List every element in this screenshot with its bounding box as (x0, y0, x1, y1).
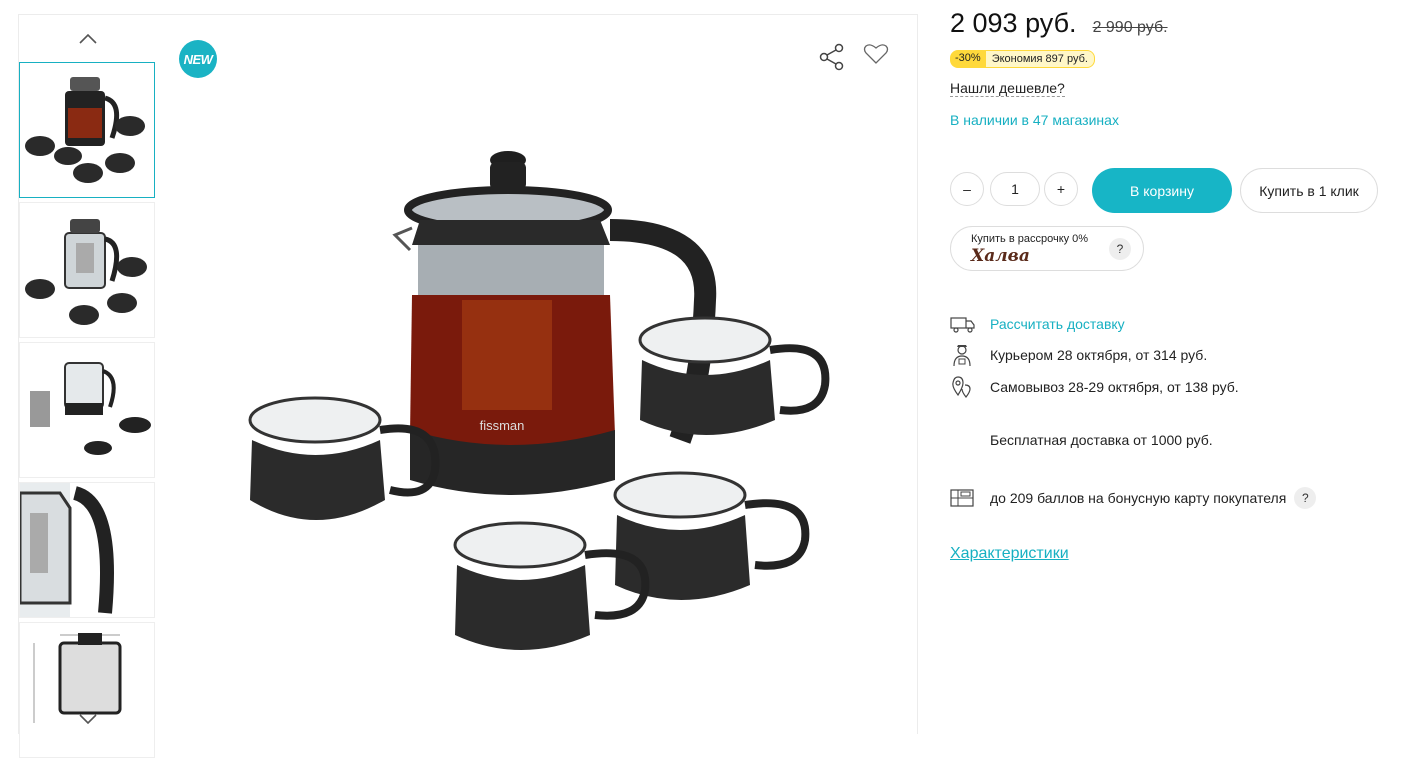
chevron-up-icon (79, 34, 97, 44)
free-delivery-text: Бесплатная доставка от 1000 руб. (990, 432, 1213, 448)
delivery-calc-row: Рассчитать доставку (950, 313, 1125, 335)
thumbnail-2-image (25, 219, 147, 325)
bonus-card-icon (950, 487, 976, 509)
heart-icon (863, 44, 889, 64)
thumbnail-3[interactable] (19, 342, 155, 478)
thumbnails-up-button[interactable] (18, 24, 158, 54)
quantity-increase-button[interactable]: + (1044, 172, 1078, 206)
location-icon (950, 376, 976, 398)
free-delivery-row: Бесплатная доставка от 1000 руб. (990, 432, 1213, 448)
buy-one-click-button[interactable]: Купить в 1 клик (1240, 168, 1378, 213)
cup-back-right (638, 316, 830, 435)
bonus-help-button[interactable]: ? (1294, 487, 1317, 509)
cup-left (248, 396, 440, 520)
quantity-input[interactable] (990, 172, 1040, 206)
installment-help-button[interactable]: ? (1109, 238, 1131, 260)
stock-availability-link[interactable]: В наличии в 47 магазинах (950, 112, 1119, 128)
calculate-delivery-link[interactable]: Рассчитать доставку (990, 316, 1125, 332)
add-to-cart-button[interactable]: В корзину (1092, 168, 1232, 213)
current-price: 2 093 руб. (950, 8, 1077, 38)
pickup-row: Самовывоз 28-29 октября, от 138 руб. (950, 376, 1239, 398)
courier-icon (950, 344, 976, 367)
thumbnail-1[interactable] (19, 62, 155, 198)
thumbnail-4-image (20, 483, 114, 617)
discount-badges: -30% Экономия 897 руб. (950, 50, 1095, 68)
bonus-row: до 209 баллов на бонусную карту покупате… (950, 487, 1317, 509)
courier-delivery-text: Курьером 28 октября, от 314 руб. (990, 347, 1208, 363)
thumbnail-3-image (30, 362, 151, 455)
old-price: 2 990 руб. (1092, 19, 1168, 36)
new-badge: NEW (179, 40, 217, 78)
thumbnails-down-button[interactable] (18, 704, 158, 734)
pickup-delivery-text: Самовывоз 28-29 октября, от 138 руб. (990, 379, 1239, 395)
installment-button[interactable]: Купить в рассрочку 0% Халва ? (950, 226, 1144, 271)
characteristics-link[interactable]: Характеристики (950, 545, 1069, 563)
share-button[interactable] (819, 43, 845, 76)
installment-text: Купить в рассрочку 0% (971, 233, 1089, 245)
courier-row: Курьером 28 октября, от 314 руб. (950, 344, 1208, 367)
main-product-image[interactable]: fissman (240, 140, 840, 680)
savings-badge: Экономия 897 руб. (985, 50, 1095, 68)
bonus-text: до 209 баллов на бонусную карту покупате… (990, 490, 1287, 506)
thumbnail-4[interactable] (19, 482, 155, 618)
halva-logo: Халва (971, 246, 1030, 266)
thumbnail-2[interactable] (19, 202, 155, 338)
truck-icon (950, 313, 976, 335)
discount-badge: -30% (950, 50, 986, 68)
brand-label: fissman (480, 418, 525, 433)
quantity-decrease-button[interactable]: – (950, 172, 984, 206)
price-row: 2 093 руб. 2 990 руб. (950, 8, 1168, 39)
share-icon (819, 43, 844, 71)
thumbnail-column (18, 14, 158, 758)
thumbnail-1-image (25, 77, 145, 183)
thumbnail-5[interactable] (19, 622, 155, 758)
chevron-down-icon (79, 714, 97, 724)
thumbnail-5-image (33, 633, 122, 723)
found-cheaper-link[interactable]: Нашли дешевле? (950, 80, 1065, 97)
favorite-button[interactable] (863, 43, 889, 70)
